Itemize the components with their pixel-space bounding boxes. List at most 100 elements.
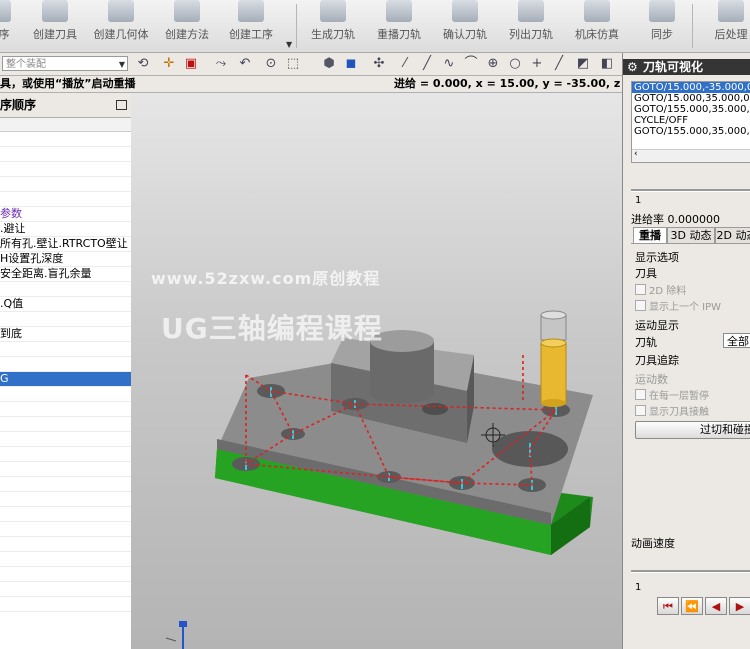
- move-icon[interactable]: ✣: [370, 55, 388, 73]
- shaded-icon[interactable]: ⬢: [320, 55, 338, 73]
- toolpath-display-dropdown[interactable]: 全部: [723, 333, 750, 348]
- tool-label: 刀具: [635, 267, 657, 280]
- pause-each-layer-checkbox[interactable]: 在每一层暂停: [635, 387, 709, 402]
- circle-point-icon[interactable]: ⊕: [484, 55, 502, 73]
- options-icon[interactable]: ◧: [598, 55, 616, 73]
- navigator-row[interactable]: [0, 162, 131, 177]
- navigator-row[interactable]: [0, 552, 131, 567]
- rewind-start-button[interactable]: ⏮: [657, 597, 679, 615]
- undo-selection-icon[interactable]: ↶: [236, 55, 254, 73]
- chevron-left-icon[interactable]: ‹: [634, 149, 638, 159]
- slider-value: 1: [635, 195, 642, 206]
- sequence-button[interactable]: 序: [0, 0, 16, 50]
- navigator-row[interactable]: G: [0, 372, 131, 387]
- navigator-row[interactable]: 所有孔.壁让.RTRCTO壁让: [0, 237, 131, 252]
- diagonal-icon[interactable]: ╱: [550, 55, 568, 73]
- ribbon-divider: [692, 4, 693, 48]
- create-geometry-icon: [108, 0, 134, 22]
- gear-icon[interactable]: ⚙: [627, 59, 638, 75]
- navigator-row[interactable]: [0, 432, 131, 447]
- play-button[interactable]: ▶: [729, 597, 750, 615]
- sketch-icon[interactable]: ◩: [574, 55, 592, 73]
- navigator-row[interactable]: H设置孔深度: [0, 252, 131, 267]
- tab-3d-dynamic[interactable]: 3D 动态: [667, 227, 715, 243]
- arc-icon[interactable]: ⌒: [462, 55, 480, 73]
- synchronize-button[interactable]: 同步: [642, 0, 682, 50]
- view-orient-icon[interactable]: ⟲: [134, 55, 152, 73]
- show-tool-contact-checkbox[interactable]: 显示刀具接触: [635, 403, 709, 418]
- navigator-row[interactable]: [0, 402, 131, 417]
- replay-toolpath-icon: [386, 0, 412, 22]
- navigator-row[interactable]: [0, 192, 131, 207]
- create-geometry-button[interactable]: 创建几何体: [88, 0, 154, 50]
- navigator-row[interactable]: [0, 417, 131, 432]
- cube-view-icon[interactable]: ◼: [342, 55, 360, 73]
- navigator-row[interactable]: [0, 522, 131, 537]
- navigator-row[interactable]: [0, 357, 131, 372]
- graphics-viewport[interactable]: www.52zxw.com原创教程 UG三轴编程课程: [131, 93, 622, 649]
- navigator-row[interactable]: [0, 387, 131, 402]
- select-filter-icon[interactable]: ▣: [182, 55, 200, 73]
- snap-center-icon[interactable]: ⊙: [262, 55, 280, 73]
- navigator-row[interactable]: [0, 507, 131, 522]
- point-icon[interactable]: ⁄: [396, 55, 414, 73]
- verify-toolpath-button[interactable]: 确认刀轨: [438, 0, 492, 50]
- goto-line[interactable]: CYCLE/OFF: [632, 115, 750, 126]
- tool-trace-label: 刀具追踪: [635, 354, 679, 367]
- list-toolpath-button[interactable]: 列出刀轨: [504, 0, 558, 50]
- goto-listing[interactable]: GOTO/15.000,-35.000,0.000 GOTO/15.000,35…: [631, 81, 750, 163]
- postprocess-button[interactable]: 后处理: [708, 0, 750, 50]
- ribbon-more-arrow[interactable]: ▼: [286, 40, 292, 49]
- tab-2d-dynamic[interactable]: 2D 动态: [715, 227, 750, 243]
- navigator-row[interactable]: .Q值: [0, 297, 131, 312]
- rotate-icon[interactable]: ⤳: [212, 55, 230, 73]
- navigator-row[interactable]: [0, 477, 131, 492]
- navigator-row[interactable]: [0, 147, 131, 162]
- navigator-row[interactable]: 参数: [0, 207, 131, 222]
- navigator-row[interactable]: 到底: [0, 327, 131, 342]
- horizontal-scrollbar[interactable]: ‹: [632, 149, 750, 162]
- remove-2d-checkbox[interactable]: 2D 除料: [635, 282, 686, 297]
- navigator-row[interactable]: [0, 342, 131, 357]
- navigator-row[interactable]: [0, 462, 131, 477]
- navigator-title: 序顺序: [0, 98, 37, 112]
- maximize-icon[interactable]: [116, 100, 127, 110]
- show-prev-ipw-checkbox[interactable]: 显示上一个 IPW: [635, 298, 721, 313]
- navigator-row[interactable]: [0, 447, 131, 462]
- create-method-button[interactable]: 创建方法: [160, 0, 214, 50]
- navigator-row[interactable]: [0, 582, 131, 597]
- play-reverse-button[interactable]: ◀: [705, 597, 727, 615]
- navigator-row[interactable]: [0, 567, 131, 582]
- animation-speed-slider[interactable]: [631, 570, 750, 573]
- box-select-icon[interactable]: ⬚: [284, 55, 302, 73]
- selection-scope-dropdown[interactable]: 整个装配 ▼: [2, 56, 128, 71]
- goto-line[interactable]: GOTO/155.000,35.000,0.000: [632, 104, 750, 115]
- circle-icon[interactable]: ○: [506, 55, 524, 73]
- snap-point-icon[interactable]: ✛: [160, 55, 178, 73]
- create-operation-button[interactable]: 创建工序: [224, 0, 278, 50]
- step-back-button[interactable]: ⏪: [681, 597, 703, 615]
- replay-toolpath-button[interactable]: 重播刀轨: [372, 0, 426, 50]
- navigator-row[interactable]: [0, 282, 131, 297]
- navigator-row[interactable]: [0, 312, 131, 327]
- navigator-row[interactable]: [0, 597, 131, 612]
- line-icon[interactable]: ╱: [418, 55, 436, 73]
- motion-slider[interactable]: [631, 189, 750, 192]
- goto-line[interactable]: GOTO/155.000,35.000,50.000: [632, 126, 750, 137]
- goto-line[interactable]: GOTO/15.000,35.000,0.000: [632, 93, 750, 104]
- navigator-row[interactable]: [0, 177, 131, 192]
- navigator-row[interactable]: .避让: [0, 222, 131, 237]
- tab-replay[interactable]: 重播: [633, 227, 667, 243]
- curve-icon[interactable]: ∿: [440, 55, 458, 73]
- create-tool-button[interactable]: 创建刀具: [28, 0, 82, 50]
- toolpath-label: 刀轨: [635, 336, 657, 349]
- goto-line[interactable]: GOTO/15.000,-35.000,0.000: [632, 82, 750, 93]
- navigator-row[interactable]: [0, 132, 131, 147]
- navigator-row[interactable]: [0, 492, 131, 507]
- navigator-row[interactable]: 安全距离.盲孔余量: [0, 267, 131, 282]
- cross-icon[interactable]: +: [528, 55, 546, 73]
- machine-simulation-button[interactable]: 机床仿真: [570, 0, 624, 50]
- navigator-row[interactable]: [0, 537, 131, 552]
- gouge-collision-settings-button[interactable]: 过切和碰撞设置: [635, 421, 750, 439]
- generate-toolpath-button[interactable]: 生成刀轨: [306, 0, 360, 50]
